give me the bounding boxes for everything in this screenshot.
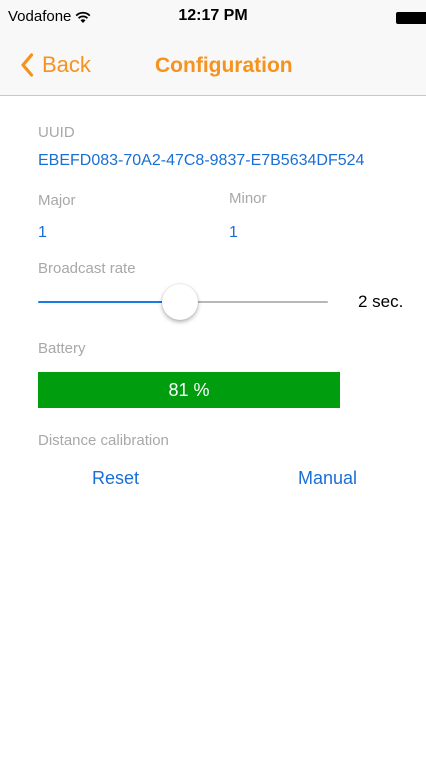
- slider-track-filled: [38, 301, 180, 303]
- distance-calibration-label: Distance calibration: [38, 432, 169, 449]
- major-value: 1: [38, 224, 47, 241]
- page-title: Configuration: [155, 54, 293, 77]
- battery-label: Battery: [38, 340, 86, 357]
- battery-level-bar: 81 %: [38, 372, 340, 408]
- chevron-left-icon: [21, 53, 34, 77]
- major-label: Major: [38, 192, 76, 209]
- minor-label: Minor: [229, 190, 267, 207]
- status-time: 12:17 PM: [178, 7, 248, 24]
- slider-track-remaining: [180, 301, 328, 303]
- battery-percent: 81 %: [168, 380, 210, 400]
- slider-thumb[interactable]: [162, 284, 198, 320]
- broadcast-rate-label: Broadcast rate: [38, 260, 136, 277]
- back-button[interactable]: Back: [20, 52, 91, 78]
- battery-icon: [396, 12, 426, 24]
- broadcast-rate-value: 2 sec.: [358, 292, 404, 311]
- back-label: Back: [42, 52, 91, 77]
- status-bar: Vodafone 12:17 PM: [0, 0, 426, 40]
- broadcast-rate-slider[interactable]: [38, 282, 328, 322]
- uuid-value: EBEFD083-70A2-47C8-9837-E7B5634DF524: [38, 152, 365, 169]
- reset-button[interactable]: Reset: [92, 468, 139, 489]
- minor-value: 1: [229, 224, 238, 241]
- manual-button[interactable]: Manual: [298, 468, 357, 489]
- navigation-bar: Back Configuration: [0, 40, 426, 96]
- uuid-label: UUID: [38, 124, 75, 141]
